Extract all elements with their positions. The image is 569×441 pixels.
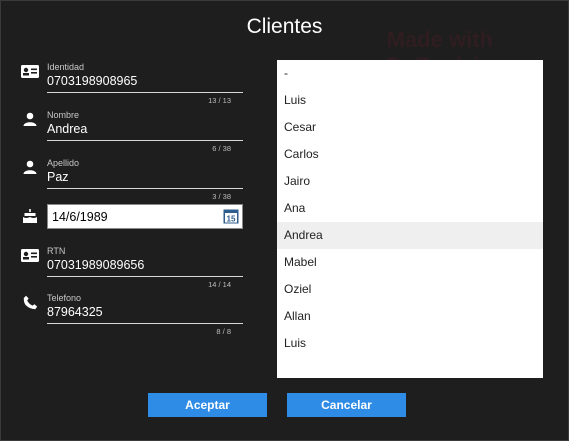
list-item[interactable]: Ana (277, 195, 543, 222)
telefono-field[interactable]: Telefono 87964325 8 / 8 (19, 292, 243, 336)
telefono-label: Telefono (47, 293, 82, 303)
list-item[interactable]: Luis (277, 87, 543, 114)
nombre-label: Nombre (47, 110, 80, 120)
list-item[interactable]: Oziel (277, 276, 543, 303)
calendar-day: 15 (227, 215, 236, 224)
identidad-counter: 13 / 13 (208, 96, 231, 105)
list-item[interactable]: Allan (277, 303, 543, 330)
apellido-counter: 3 / 38 (212, 192, 231, 201)
list-item[interactable]: Carlos (277, 141, 543, 168)
nombre-value[interactable]: Andrea (47, 122, 87, 136)
telefono-counter: 8 / 8 (216, 327, 231, 336)
list-item[interactable]: Luis (277, 330, 543, 357)
calendar-icon[interactable]: 15 (223, 208, 239, 224)
list-item[interactable]: Mabel (277, 249, 543, 276)
clientes-dialog: Made with Dr.Explain TRIAL Clientes Iden… (0, 0, 569, 441)
id-card-icon (19, 61, 41, 81)
identidad-field[interactable]: Identidad 0703198908965 13 / 13 (19, 61, 243, 105)
accept-button[interactable]: Aceptar (148, 393, 267, 417)
telefono-underline (47, 323, 243, 324)
apellido-underline (47, 188, 243, 189)
cake-icon (19, 206, 41, 226)
rtn-field[interactable]: RTN 07031989089656 14 / 14 (19, 245, 243, 289)
nombre-field[interactable]: Nombre Andrea 6 / 38 (19, 109, 243, 153)
rtn-underline (47, 276, 243, 277)
rtn-label: RTN (47, 246, 66, 256)
list-item-selected[interactable]: Andrea (277, 222, 543, 249)
dialog-title: Clientes (246, 15, 323, 38)
identidad-value[interactable]: 0703198908965 (47, 74, 137, 88)
apellido-label: Apellido (47, 158, 80, 168)
nombre-counter: 6 / 38 (212, 144, 231, 153)
clientes-list[interactable]: - Luis Cesar Carlos Jairo Ana Andrea Mab… (277, 60, 543, 378)
list-item[interactable]: - (277, 60, 543, 87)
phone-icon (19, 292, 41, 312)
birthdate-input[interactable] (48, 205, 218, 228)
person-icon (19, 109, 41, 129)
birthdate-field[interactable]: 15 (19, 204, 243, 230)
telefono-value[interactable]: 87964325 (47, 305, 103, 319)
id-card-icon (19, 245, 41, 265)
identidad-underline (47, 92, 243, 93)
nombre-underline (47, 140, 243, 141)
cancel-button[interactable]: Cancelar (287, 393, 406, 417)
list-item[interactable]: Cesar (277, 114, 543, 141)
apellido-value[interactable]: Paz (47, 170, 69, 184)
list-item[interactable]: Jairo (277, 168, 543, 195)
rtn-counter: 14 / 14 (208, 280, 231, 289)
apellido-field[interactable]: Apellido Paz 3 / 38 (19, 157, 243, 201)
birthdate-picker[interactable]: 15 (47, 204, 243, 229)
rtn-value[interactable]: 07031989089656 (47, 258, 144, 272)
person-icon (19, 157, 41, 177)
identidad-label: Identidad (47, 62, 85, 72)
